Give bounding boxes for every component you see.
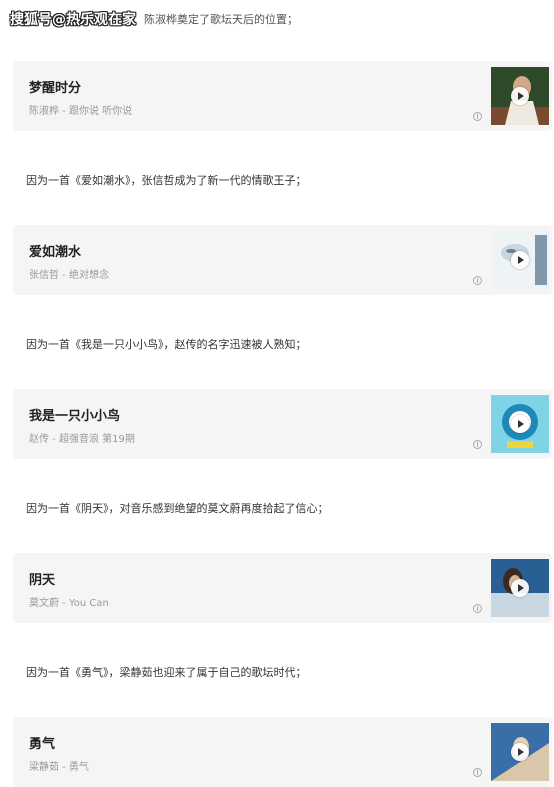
music-card-1[interactable]: 梦醒时分 陈淑桦 - 跟你说 听你说 xyxy=(13,61,552,131)
play-icon[interactable] xyxy=(511,415,529,433)
music-card-3[interactable]: 我是一只小小鸟 赵传 - 超强音浪 第19期 xyxy=(13,389,552,459)
song-subtitle: 赵传 - 超强音浪 第19期 xyxy=(29,434,135,445)
play-icon[interactable] xyxy=(511,743,529,761)
album-cover[interactable] xyxy=(491,723,549,781)
album-cover[interactable] xyxy=(491,395,549,453)
song-subtitle: 莫文蔚 - You Can xyxy=(29,598,109,609)
album-cover[interactable] xyxy=(491,67,549,125)
paragraph-2: 因为一首《我是一只小小鸟》，赵传的名字迅速被人熟知； xyxy=(26,338,307,351)
album-cover[interactable] xyxy=(491,231,549,289)
music-note-icon xyxy=(473,440,482,449)
music-note-icon xyxy=(473,112,482,121)
song-title: 爱如潮水 xyxy=(29,245,82,260)
play-icon[interactable] xyxy=(511,87,529,105)
song-title: 阴天 xyxy=(29,573,56,588)
song-title: 我是一只小小鸟 xyxy=(29,409,121,424)
music-card-4[interactable]: 阴天 莫文蔚 - You Can xyxy=(13,553,552,623)
music-card-5[interactable]: 勇气 梁静茹 - 勇气 xyxy=(13,717,552,787)
song-subtitle: 陈淑桦 - 跟你说 听你说 xyxy=(29,106,133,117)
music-note-icon xyxy=(473,604,482,613)
header-line: 搜狐号@热乐观在家 陈淑桦奠定了歌坛天后的位置； xyxy=(0,8,554,30)
music-card-2[interactable]: 爱如潮水 张信哲 - 绝对想念 xyxy=(13,225,552,295)
play-icon[interactable] xyxy=(511,251,529,269)
music-note-icon xyxy=(473,276,482,285)
sohu-watermark: 搜狐号@热乐观在家 xyxy=(10,12,136,28)
play-icon[interactable] xyxy=(511,579,529,597)
paragraph-3: 因为一首《阴天》，对音乐感到绝望的莫文蔚再度拾起了信心； xyxy=(26,502,329,515)
album-cover[interactable] xyxy=(491,559,549,617)
song-subtitle: 张信哲 - 绝对想念 xyxy=(29,270,109,281)
header-text: 陈淑桦奠定了歌坛天后的位置； xyxy=(144,13,298,26)
paragraph-1: 因为一首《爱如潮水》，张信哲成为了新一代的情歌王子； xyxy=(26,174,307,187)
song-title: 梦醒时分 xyxy=(29,81,82,96)
song-title: 勇气 xyxy=(29,737,56,752)
song-subtitle: 梁静茹 - 勇气 xyxy=(29,762,89,773)
paragraph-4: 因为一首《勇气》，梁静茹也迎来了属于自己的歌坛时代； xyxy=(26,666,307,679)
music-note-icon xyxy=(473,768,482,777)
